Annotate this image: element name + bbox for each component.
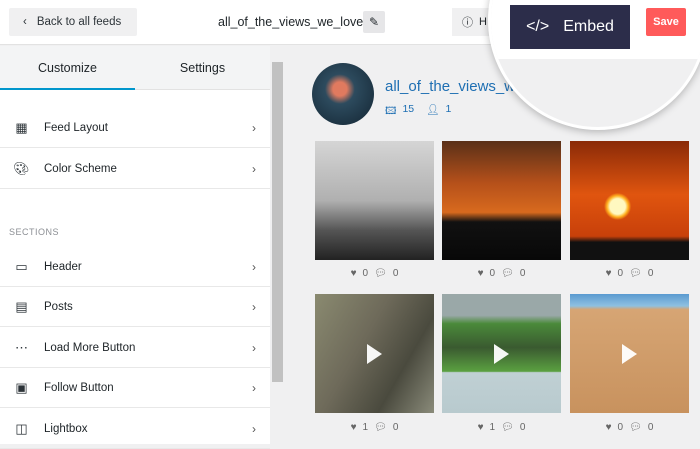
- feed-title: all_of_the_views_we_love: [218, 15, 364, 29]
- posts-count: 15: [402, 103, 415, 115]
- comments: 0: [392, 268, 399, 279]
- comment-icon: 💬︎: [629, 268, 642, 279]
- avatar: [312, 63, 374, 125]
- code-icon: </>: [526, 18, 550, 35]
- likes: 0: [617, 422, 624, 433]
- sidebar-item-load-more[interactable]: ⋯ Load More Button ›: [0, 328, 270, 368]
- back-label: Back to all feeds: [36, 16, 122, 28]
- heart-icon: ♥: [350, 268, 357, 279]
- help-label: H: [479, 16, 487, 28]
- back-button[interactable]: ‹ Back to all feeds: [9, 8, 137, 36]
- likes: 1: [362, 422, 369, 433]
- heart-icon: ♥: [605, 268, 612, 279]
- tab-settings[interactable]: Settings: [135, 46, 270, 89]
- item-label: Color Scheme: [44, 162, 117, 175]
- post-tile[interactable]: [570, 294, 689, 413]
- chevron-left-icon: ‹: [23, 16, 27, 28]
- edit-title-button[interactable]: ✎: [363, 11, 385, 33]
- comments: 0: [392, 422, 399, 433]
- sections-heading: SECTIONS: [9, 227, 60, 237]
- sidebar-item-header[interactable]: ▭ Header ›: [0, 247, 270, 287]
- post-tile[interactable]: [442, 294, 561, 413]
- grid-icon: ▦: [15, 119, 28, 135]
- chevron-right-icon: ›: [252, 421, 256, 436]
- likes: 1: [489, 422, 496, 433]
- save-button[interactable]: Save: [646, 8, 686, 36]
- item-label: Header: [44, 260, 82, 273]
- scrollbar-thumb[interactable]: [272, 62, 283, 382]
- post-tile[interactable]: [315, 294, 434, 413]
- comment-icon: 💬︎: [629, 422, 642, 433]
- comment-icon: 💬︎: [501, 268, 514, 279]
- post-stats: ♥ 1 💬︎ 0: [315, 422, 434, 433]
- chevron-right-icon: ›: [252, 161, 256, 176]
- pencil-icon: ✎: [368, 15, 380, 29]
- play-icon: [622, 343, 637, 364]
- heart-icon: ♥: [605, 422, 612, 433]
- comments: 0: [647, 268, 654, 279]
- feed-username[interactable]: all_of_the_views_we: [385, 78, 523, 95]
- likes: 0: [489, 268, 496, 279]
- comment-icon: 💬︎: [374, 422, 387, 433]
- item-label: Load More Button: [44, 341, 136, 354]
- chevron-right-icon: ›: [252, 380, 256, 395]
- embed-label: Embed: [563, 18, 614, 35]
- heart-icon: ♥: [477, 422, 484, 433]
- item-label: Posts: [44, 300, 73, 313]
- play-icon: [367, 343, 382, 364]
- post-stats: ♥ 0 💬︎ 0: [570, 268, 689, 279]
- palette-icon: 🎨︎: [13, 160, 30, 176]
- comments: 0: [519, 268, 526, 279]
- followers-count: 1: [445, 103, 452, 115]
- comments: 0: [519, 422, 526, 433]
- item-label: Lightbox: [44, 422, 88, 435]
- post-stats: ♥ 0 💬︎ 0: [442, 268, 561, 279]
- sidebar-item-color-scheme[interactable]: 🎨︎ Color Scheme ›: [0, 149, 270, 189]
- post-tile[interactable]: [570, 141, 689, 260]
- heart-icon: ♥: [477, 268, 484, 279]
- sidebar-item-posts[interactable]: ▤ Posts ›: [0, 287, 270, 327]
- image-icon: 🖾: [385, 105, 397, 117]
- item-label: Follow Button: [44, 381, 114, 394]
- post-tile[interactable]: [315, 141, 434, 260]
- comments: 0: [647, 422, 654, 433]
- post-stats: ♥ 0 💬︎ 0: [315, 268, 434, 279]
- embed-button[interactable]: </> Embed: [510, 5, 630, 49]
- post-stats: ♥ 1 💬︎ 0: [442, 422, 561, 433]
- sidebar-item-lightbox[interactable]: ◫ Lightbox ›: [0, 409, 270, 449]
- sidebar-item-feed-layout[interactable]: ▦ Feed Layout ›: [0, 108, 270, 148]
- likes: 0: [362, 268, 369, 279]
- chevron-right-icon: ›: [252, 299, 256, 314]
- follow-icon: ▣: [15, 379, 28, 395]
- user-icon: 👤︎: [426, 104, 440, 116]
- heart-icon: ♥: [350, 422, 357, 433]
- post-tile[interactable]: [442, 141, 561, 260]
- lightbox-icon: ◫: [15, 420, 28, 436]
- item-label: Feed Layout: [44, 121, 108, 134]
- posts-icon: ▤: [15, 298, 28, 314]
- sidebar-item-follow[interactable]: ▣ Follow Button ›: [0, 368, 270, 408]
- tab-customize[interactable]: Customize: [0, 46, 135, 90]
- chevron-right-icon: ›: [252, 120, 256, 135]
- play-icon: [494, 343, 509, 364]
- chevron-right-icon: ›: [252, 340, 256, 355]
- header-icon: ▭: [15, 258, 28, 274]
- likes: 0: [617, 268, 624, 279]
- chevron-right-icon: ›: [252, 259, 256, 274]
- comment-icon: 💬︎: [501, 422, 514, 433]
- comment-icon: 💬︎: [374, 268, 387, 279]
- question-icon: ⓘ: [462, 17, 473, 29]
- post-stats: ♥ 0 💬︎ 0: [570, 422, 689, 433]
- feed-counts: 🖾 15 👤︎ 1: [385, 103, 451, 121]
- load-more-icon: ⋯: [15, 339, 28, 355]
